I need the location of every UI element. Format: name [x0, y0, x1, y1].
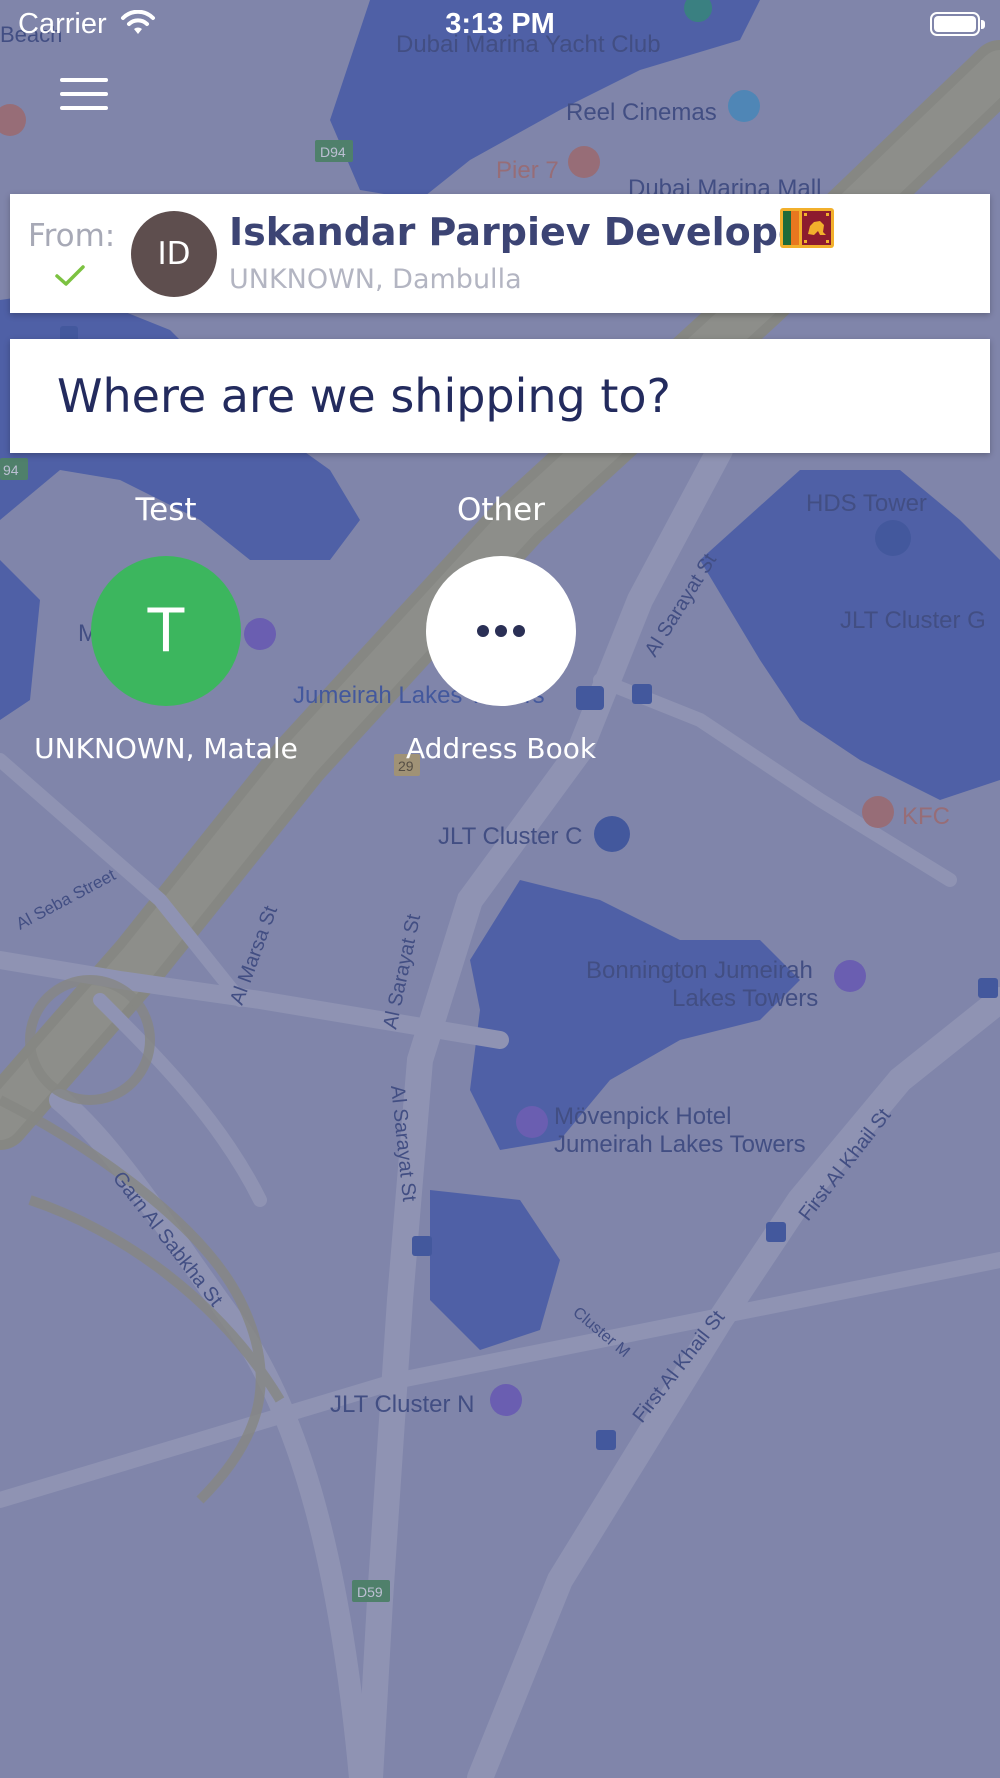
destination-search-box[interactable] [10, 339, 990, 453]
address-book-label: Address Book [405, 732, 597, 765]
address-book-button[interactable] [426, 556, 576, 706]
map-label: JLT Cluster C [438, 823, 582, 850]
menu-icon-line [60, 106, 108, 110]
status-time: 3:13 PM [445, 8, 555, 40]
battery-icon [930, 12, 985, 36]
recipient-test[interactable]: Test T UNKNOWN, Matale [16, 492, 316, 765]
destination-input[interactable] [57, 363, 957, 429]
svg-text:D94: D94 [320, 144, 346, 160]
map-label: Reel Cinemas [566, 99, 717, 126]
sri-lanka-flag-icon[interactable] [780, 208, 834, 248]
map-label: JLT Cluster G [840, 607, 986, 634]
recipient-avatar[interactable]: T [91, 556, 241, 706]
menu-icon[interactable] [60, 78, 108, 118]
recipient-other[interactable]: Other Address Book [351, 492, 651, 765]
map-label: HDS Tower [806, 490, 927, 517]
svg-text:D59: D59 [357, 1584, 383, 1600]
svg-text:94: 94 [3, 462, 19, 478]
recipient-name: Test [135, 492, 197, 528]
recipient-name: Other [456, 492, 546, 528]
menu-icon-line [60, 78, 108, 82]
sender-name: Iskandar Parpiev Developer [229, 210, 823, 254]
check-icon [55, 265, 85, 286]
map-label: Bonnington Jumeirah [586, 957, 813, 984]
more-dots-icon [477, 625, 525, 637]
map-label: Jumeirah Lakes Towers [554, 1131, 806, 1158]
avatar: ID [131, 211, 217, 297]
recipient-location: UNKNOWN, Matale [34, 732, 298, 765]
sender-card[interactable]: From: ID Iskandar Parpiev Developer UNKN… [10, 194, 990, 313]
status-bar: Carrier 3:13 PM [0, 0, 1000, 50]
map-label: JLT Cluster N [330, 1391, 474, 1418]
from-label: From: [28, 218, 116, 254]
sender-location: UNKNOWN, Dambulla [229, 264, 522, 295]
map-label: Lakes Towers [672, 985, 818, 1012]
menu-icon-line [60, 92, 108, 96]
map-label: Pier 7 [496, 157, 559, 184]
map-label: Mövenpick Hotel [554, 1103, 731, 1130]
map-label: KFC [902, 803, 950, 830]
